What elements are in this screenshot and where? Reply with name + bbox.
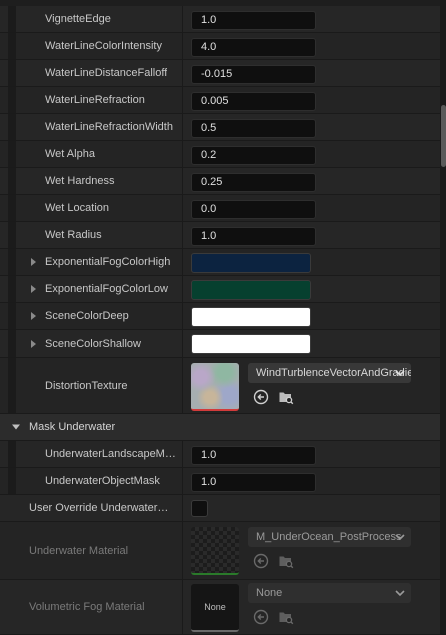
property-label: Volumetric Fog Material bbox=[29, 601, 145, 613]
volumetric-fog-thumbnail[interactable]: None bbox=[191, 584, 239, 632]
scene-color-shallow-swatch[interactable] bbox=[191, 334, 311, 354]
property-row-scene-color-shallow: SceneColorShallow bbox=[0, 330, 440, 358]
waterline-color-intensity-input[interactable]: 4.0 bbox=[191, 38, 316, 57]
property-row-volumetric-fog-material: Volumetric Fog Material None None bbox=[0, 580, 440, 635]
property-row-wet-radius: Wet Radius 1.0 bbox=[0, 222, 440, 249]
user-override-checkbox[interactable] bbox=[191, 500, 208, 517]
triangle-down-icon[interactable] bbox=[12, 424, 20, 430]
arrow-left-circle-icon[interactable] bbox=[253, 553, 269, 569]
asset-name: M_UnderOcean_PostProcess bbox=[256, 531, 402, 543]
arrow-left-circle-icon[interactable] bbox=[253, 389, 269, 405]
details-panel: VignetteEdge 1.0 WaterLineColorIntensity… bbox=[0, 0, 440, 635]
wet-alpha-input[interactable]: 0.2 bbox=[191, 146, 316, 165]
property-row-waterline-refraction-width: WaterLineRefractionWidth 0.5 bbox=[0, 114, 440, 141]
triangle-right-icon[interactable] bbox=[31, 285, 36, 293]
waterline-distance-falloff-input[interactable]: -0.015 bbox=[191, 65, 316, 84]
waterline-refraction-width-input[interactable]: 0.5 bbox=[191, 119, 316, 138]
distortion-texture-thumbnail[interactable] bbox=[191, 363, 239, 411]
property-label: DistortionTexture bbox=[45, 379, 128, 392]
underwater-landscape-mask-input[interactable]: 1.0 bbox=[191, 446, 316, 465]
wet-radius-input[interactable]: 1.0 bbox=[191, 227, 316, 246]
volumetric-fog-asset-dropdown[interactable]: None bbox=[248, 583, 411, 603]
property-label: UnderwaterObjectMask bbox=[45, 475, 160, 487]
arrow-left-circle-icon[interactable] bbox=[253, 609, 269, 625]
fog-color-high-swatch[interactable] bbox=[191, 253, 311, 273]
wet-location-input[interactable]: 0.0 bbox=[191, 200, 316, 219]
property-label: ExponentialFogColorHigh bbox=[45, 256, 171, 268]
property-row-wet-location: Wet Location 0.0 bbox=[0, 195, 440, 222]
property-label: WaterLineColorIntensity bbox=[45, 40, 162, 52]
vignette-edge-input[interactable]: 1.0 bbox=[191, 11, 316, 30]
asset-name: WindTurblenceVectorAndGradient bbox=[256, 367, 411, 379]
property-row-wet-alpha: Wet Alpha 0.2 bbox=[0, 141, 440, 168]
property-label: VignetteEdge bbox=[45, 13, 111, 25]
fog-color-low-swatch[interactable] bbox=[191, 280, 311, 300]
section-title: Mask Underwater bbox=[29, 421, 116, 433]
triangle-right-icon[interactable] bbox=[31, 258, 36, 266]
property-row-user-override: User Override Underwater Material bbox=[0, 495, 440, 522]
vertical-scrollbar[interactable] bbox=[440, 0, 446, 635]
property-label: ExponentialFogColorLow bbox=[45, 283, 168, 295]
property-row-waterline-distance-falloff: WaterLineDistanceFalloff -0.015 bbox=[0, 60, 440, 87]
chevron-down-icon bbox=[395, 370, 405, 377]
distortion-texture-asset-dropdown[interactable]: WindTurblenceVectorAndGradient bbox=[248, 363, 411, 383]
scrollbar-thumb[interactable] bbox=[441, 105, 446, 167]
property-label: UnderwaterLandscapeMask bbox=[45, 448, 177, 460]
property-label: Wet Alpha bbox=[45, 148, 95, 160]
property-label: WaterLineDistanceFalloff bbox=[45, 67, 168, 79]
property-row-waterline-refraction: WaterLineRefraction 0.005 bbox=[0, 87, 440, 114]
property-label: Wet Hardness bbox=[45, 175, 115, 187]
folder-search-icon[interactable] bbox=[278, 389, 294, 405]
scene-color-deep-swatch[interactable] bbox=[191, 307, 311, 327]
underwater-material-asset-dropdown[interactable]: M_UnderOcean_PostProcess bbox=[248, 527, 411, 547]
wet-hardness-input[interactable]: 0.25 bbox=[191, 173, 316, 192]
property-row-wet-hardness: Wet Hardness 0.25 bbox=[0, 168, 440, 195]
property-row-fog-color-low: ExponentialFogColorLow bbox=[0, 276, 440, 303]
property-row-vignette-edge: VignetteEdge 1.0 bbox=[0, 6, 440, 33]
property-row-distortion-texture: DistortionTexture WindTurblenceVectorAnd… bbox=[0, 358, 440, 414]
property-label: WaterLineRefraction bbox=[45, 94, 145, 106]
asset-name: None bbox=[256, 587, 283, 599]
folder-search-icon[interactable] bbox=[278, 609, 294, 625]
property-label: SceneColorDeep bbox=[45, 310, 129, 322]
waterline-refraction-input[interactable]: 0.005 bbox=[191, 92, 316, 111]
property-label: SceneColorShallow bbox=[45, 337, 141, 350]
property-row-underwater-material: Underwater Material M_UnderOcean_PostPro… bbox=[0, 522, 440, 580]
property-label: Wet Location bbox=[45, 202, 110, 214]
thumbnail-none-text: None bbox=[204, 602, 226, 612]
property-row-fog-color-high: ExponentialFogColorHigh bbox=[0, 249, 440, 276]
chevron-down-icon bbox=[395, 590, 405, 597]
folder-search-icon[interactable] bbox=[278, 553, 294, 569]
property-row-underwater-landscape-mask: UnderwaterLandscapeMask 1.0 bbox=[0, 441, 440, 468]
property-row-scene-color-deep: SceneColorDeep bbox=[0, 303, 440, 330]
property-label: WaterLineRefractionWidth bbox=[45, 121, 173, 133]
triangle-right-icon[interactable] bbox=[31, 312, 36, 320]
chevron-down-icon bbox=[395, 534, 405, 541]
underwater-material-thumbnail[interactable] bbox=[191, 527, 239, 575]
property-label: Underwater Material bbox=[29, 544, 129, 557]
property-row-underwater-object-mask: UnderwaterObjectMask 1.0 bbox=[0, 468, 440, 495]
property-row-waterline-color-intensity: WaterLineColorIntensity 4.0 bbox=[0, 33, 440, 60]
property-label: User Override Underwater Material bbox=[29, 502, 169, 514]
underwater-object-mask-input[interactable]: 1.0 bbox=[191, 473, 316, 492]
property-label: Wet Radius bbox=[45, 229, 102, 241]
section-mask-underwater[interactable]: Mask Underwater bbox=[0, 414, 440, 441]
triangle-right-icon[interactable] bbox=[31, 339, 36, 348]
